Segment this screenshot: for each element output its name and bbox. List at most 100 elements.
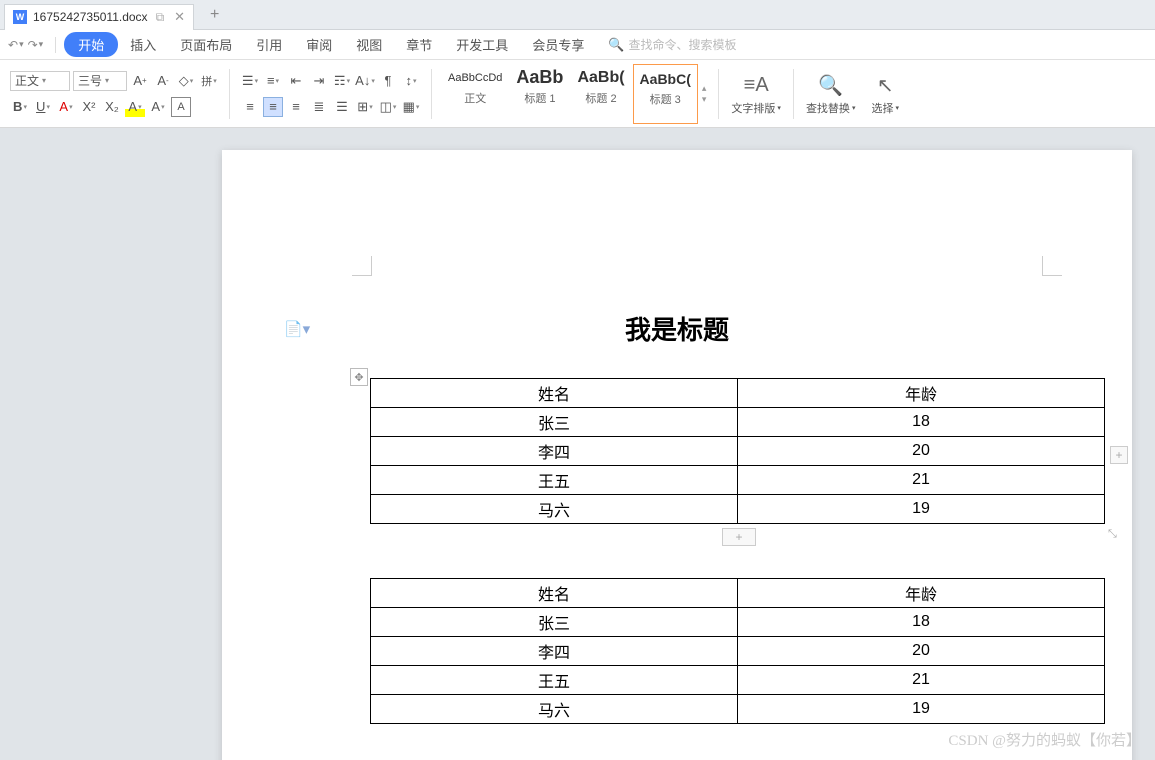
table-cell[interactable]: 王五 xyxy=(371,666,738,695)
menu-chapter[interactable]: 章节 xyxy=(394,31,444,58)
table-header-cell[interactable]: 姓名 xyxy=(371,379,738,408)
increase-font-icon[interactable]: A+ xyxy=(130,71,150,91)
table-row[interactable]: 张三18 xyxy=(371,608,1105,637)
table-cell[interactable]: 马六 xyxy=(371,695,738,724)
table-row[interactable]: 马六19 xyxy=(371,495,1105,524)
menu-start[interactable]: 开始 xyxy=(64,32,118,57)
align-justify-icon[interactable]: ≣ xyxy=(309,97,329,117)
watermark: CSDN @努力的蚂蚁【你若】 xyxy=(948,729,1141,750)
command-search[interactable]: 🔍 查找命令、搜索模板 xyxy=(608,36,736,53)
select-button[interactable]: ↖ 选择▾ xyxy=(863,70,907,118)
borders-icon[interactable]: ▦ xyxy=(401,97,421,117)
separator xyxy=(229,69,230,119)
table-header-cell[interactable]: 年龄 xyxy=(738,379,1105,408)
menu-page-layout[interactable]: 页面布局 xyxy=(168,31,244,58)
tab-filename: 1675242735011.docx xyxy=(33,10,148,24)
underline-button[interactable]: U xyxy=(33,97,53,117)
highlight-button[interactable]: A xyxy=(125,97,145,117)
menu-devtools[interactable]: 开发工具 xyxy=(444,31,520,58)
table-cell[interactable]: 20 xyxy=(738,437,1105,466)
table-cell[interactable]: 20 xyxy=(738,637,1105,666)
tab-bar: W 1675242735011.docx ⧉ ✕ + xyxy=(0,0,1155,30)
align-distribute-icon[interactable]: ☰ xyxy=(332,97,352,117)
text-layout-icon: ≡A xyxy=(744,72,769,100)
table-cell[interactable]: 18 xyxy=(738,408,1105,437)
superscript-button[interactable]: X² xyxy=(79,97,99,117)
document-table-2[interactable]: 姓名年龄张三18李四20王五21马六19 xyxy=(370,578,1105,724)
number-list-icon[interactable]: ≡ xyxy=(263,71,283,91)
align-right-icon[interactable]: ≡ xyxy=(286,97,306,117)
menu-view[interactable]: 视图 xyxy=(344,31,394,58)
table-row[interactable]: 李四20 xyxy=(371,637,1105,666)
new-tab-button[interactable]: + xyxy=(204,6,225,24)
table-cell[interactable]: 马六 xyxy=(371,495,738,524)
style-normal[interactable]: AaBbCcDd 正文 xyxy=(442,64,508,124)
char-border-button[interactable]: A xyxy=(171,97,191,117)
pinyin-icon[interactable]: 拼 xyxy=(199,71,219,91)
style-heading2[interactable]: AaBb( 标题 2 xyxy=(571,64,630,124)
document-page[interactable]: 📄▾ 我是标题 ✥ 姓名年龄张三18李四20王五21马六19 + + ⤡ 姓名年… xyxy=(222,150,1132,760)
table-add-row-button[interactable]: + xyxy=(722,528,756,546)
close-icon[interactable]: ✕ xyxy=(174,9,185,25)
style-scroll[interactable]: ▴▾ xyxy=(700,64,709,124)
tab-stops-icon[interactable]: ⊞ xyxy=(355,97,375,117)
undo-button[interactable]: ↶▾ xyxy=(8,38,24,52)
table-cell[interactable]: 张三 xyxy=(371,408,738,437)
table-header-cell[interactable]: 年龄 xyxy=(738,579,1105,608)
align-left-icon[interactable]: ≡ xyxy=(240,97,260,117)
style-heading3[interactable]: AaBbC( 标题 3 xyxy=(633,64,698,124)
bold-button[interactable]: B xyxy=(10,97,30,117)
menu-insert[interactable]: 插入 xyxy=(118,31,168,58)
sort-icon[interactable]: A↓ xyxy=(355,71,375,91)
separator xyxy=(55,37,56,53)
menu-reference[interactable]: 引用 xyxy=(244,31,294,58)
table-cell[interactable]: 王五 xyxy=(371,466,738,495)
table-cell[interactable]: 李四 xyxy=(371,437,738,466)
separator xyxy=(793,69,794,119)
align-center-icon[interactable]: ≡ xyxy=(263,97,283,117)
table-cell[interactable]: 19 xyxy=(738,695,1105,724)
table-header-cell[interactable]: 姓名 xyxy=(371,579,738,608)
table-cell[interactable]: 李四 xyxy=(371,637,738,666)
table-add-column-button[interactable]: + xyxy=(1110,446,1128,464)
decrease-indent-icon[interactable]: ⇤ xyxy=(286,71,306,91)
increase-indent-icon[interactable]: ⇥ xyxy=(309,71,329,91)
line-spacing-icon[interactable]: ↕ xyxy=(401,71,421,91)
document-title[interactable]: 我是标题 xyxy=(222,310,1132,347)
font-style-select[interactable]: 正文▾ xyxy=(10,71,70,91)
bullet-list-icon[interactable]: ☰ xyxy=(240,71,260,91)
table-row[interactable]: 王五21 xyxy=(371,666,1105,695)
text-direction-icon[interactable]: ☶ xyxy=(332,71,352,91)
document-tab[interactable]: W 1675242735011.docx ⧉ ✕ xyxy=(4,4,194,30)
table-row[interactable]: 张三18 xyxy=(371,408,1105,437)
font-color-button[interactable]: A xyxy=(56,97,76,117)
wps-doc-icon: W xyxy=(13,10,27,24)
table-resize-handle[interactable]: ⤡ xyxy=(1108,528,1122,542)
workspace: 📄▾ 我是标题 ✥ 姓名年龄张三18李四20王五21马六19 + + ⤡ 姓名年… xyxy=(0,128,1155,760)
table-row[interactable]: 李四20 xyxy=(371,437,1105,466)
table-cell[interactable]: 21 xyxy=(738,666,1105,695)
document-table-1[interactable]: 姓名年龄张三18李四20王五21马六19 xyxy=(370,378,1105,524)
shading-icon[interactable]: ◫ xyxy=(378,97,398,117)
show-marks-icon[interactable]: ¶ xyxy=(378,71,398,91)
find-replace-button[interactable]: 🔍 查找替换▾ xyxy=(798,70,864,118)
table-cell[interactable]: 19 xyxy=(738,495,1105,524)
clear-format-icon[interactable]: ◇ xyxy=(176,71,196,91)
tab-restore-icon[interactable]: ⧉ xyxy=(156,10,165,25)
table-cell[interactable]: 21 xyxy=(738,466,1105,495)
font-size-select[interactable]: 三号▾ xyxy=(73,71,127,91)
decrease-font-icon[interactable]: A- xyxy=(153,71,173,91)
subscript-button[interactable]: X₂ xyxy=(102,97,122,117)
table-move-handle[interactable]: ✥ xyxy=(350,368,368,386)
menu-review[interactable]: 审阅 xyxy=(294,31,344,58)
table-cell[interactable]: 18 xyxy=(738,608,1105,637)
style-heading1[interactable]: AaBb 标题 1 xyxy=(510,64,569,124)
menu-member[interactable]: 会员专享 xyxy=(520,31,596,58)
table-row[interactable]: 王五21 xyxy=(371,466,1105,495)
font-shading-button[interactable]: A xyxy=(148,97,168,117)
table-cell[interactable]: 张三 xyxy=(371,608,738,637)
table-row[interactable]: 马六19 xyxy=(371,695,1105,724)
paragraph-group: ☰ ≡ ⇤ ⇥ ☶ A↓ ¶ ↕ ≡ ≡ ≡ ≣ ☰ ⊞ ◫ ▦ xyxy=(234,64,427,124)
text-layout-button[interactable]: ≡A 文字排版▾ xyxy=(723,70,789,118)
redo-button[interactable]: ↷▾ xyxy=(28,38,44,52)
